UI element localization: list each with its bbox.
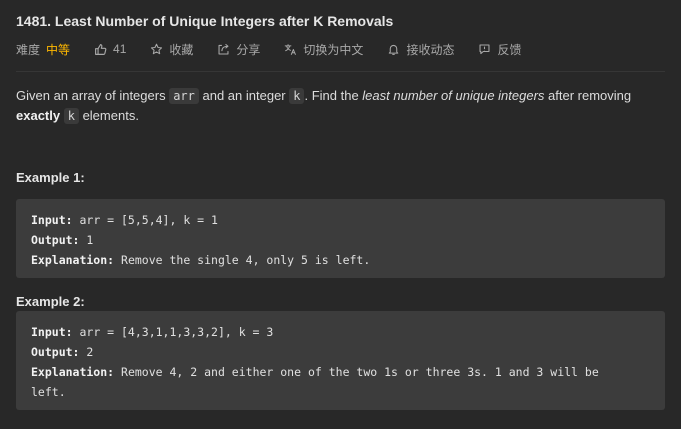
desc-text: Given an array of integers: [16, 88, 170, 103]
like-button[interactable]: 41: [94, 42, 126, 56]
example-2-explanation-cont: left.: [31, 385, 66, 399]
feedback-button[interactable]: 反馈: [478, 41, 521, 58]
desc-emphasis: least number of unique integers: [362, 88, 545, 103]
favorite-label: 收藏: [169, 42, 194, 57]
notifications-button[interactable]: 接收动态: [387, 41, 454, 58]
input-key: Input:: [31, 325, 73, 339]
share-button[interactable]: 分享: [217, 41, 260, 58]
input-key: Input:: [31, 213, 73, 227]
problem-page: 1481. Least Number of Unique Integers af…: [0, 0, 681, 429]
feedback-icon: [478, 43, 491, 56]
problem-description: Given an array of integers arr and an in…: [16, 86, 665, 126]
share-label: 分享: [236, 42, 261, 57]
example-1-box: Input: arr = [5,5,4], k = 1 Output: 1 Ex…: [16, 199, 665, 278]
example-1-output: Output: 1: [31, 230, 650, 250]
feedback-label: 反馈: [497, 42, 522, 57]
desc-text: elements.: [78, 108, 139, 123]
output-key: Output:: [31, 345, 80, 359]
desc-bold: exactly: [16, 108, 61, 123]
desc-text: after removing: [544, 88, 632, 103]
bell-icon: [387, 43, 400, 56]
explanation-key: Explanation:: [31, 365, 115, 379]
problem-meta-bar: 难度 中等 41 收藏 分享 切换为中文 接收动态 反馈: [16, 40, 545, 58]
explanation-key: Explanation:: [31, 253, 115, 267]
output-key: Output:: [31, 233, 80, 247]
translate-icon: [284, 43, 297, 56]
output-value: 1: [79, 233, 94, 247]
thumbs-up-icon: [94, 43, 107, 56]
desc-text: . Find the: [304, 88, 363, 103]
explanation-value: Remove the single 4, only 5 is left.: [114, 253, 371, 267]
star-icon: [150, 43, 163, 56]
like-count: 41: [113, 42, 127, 56]
difficulty-value: 中等: [46, 42, 71, 57]
difficulty: 难度 中等: [16, 41, 70, 58]
example-2-output: Output: 2: [31, 342, 650, 362]
example-2-explanation: Explanation: Remove 4, 2 and either one …: [31, 362, 650, 382]
example-1-input: Input: arr = [5,5,4], k = 1: [31, 210, 650, 230]
switch-language-button[interactable]: 切换为中文: [284, 41, 363, 58]
example-2-input: Input: arr = [4,3,1,1,3,3,2], k = 3: [31, 322, 650, 342]
header-divider: [16, 71, 665, 72]
share-icon: [217, 43, 230, 56]
difficulty-label: 难度: [16, 42, 41, 57]
output-value: 2: [79, 345, 94, 359]
desc-text: and an integer: [198, 88, 290, 103]
example-1-explanation: Explanation: Remove the single 4, only 5…: [31, 250, 650, 270]
example-1-title: Example 1:: [16, 170, 85, 185]
example-2-box: Input: arr = [4,3,1,1,3,3,2], k = 3 Outp…: [16, 311, 665, 410]
favorite-button[interactable]: 收藏: [150, 41, 193, 58]
explanation-value: Remove 4, 2 and either one of the two 1s…: [114, 365, 599, 379]
inline-code-k: k: [289, 88, 305, 104]
notifications-label: 接收动态: [406, 42, 455, 57]
example-2-title: Example 2:: [16, 294, 85, 309]
switch-language-label: 切换为中文: [303, 42, 364, 57]
input-value: arr = [5,5,4], k = 1: [72, 213, 218, 227]
input-value: arr = [4,3,1,1,3,3,2], k = 3: [72, 325, 274, 339]
inline-code-arr: arr: [169, 88, 199, 104]
problem-title: 1481. Least Number of Unique Integers af…: [16, 13, 394, 29]
inline-code-k: k: [63, 108, 79, 124]
